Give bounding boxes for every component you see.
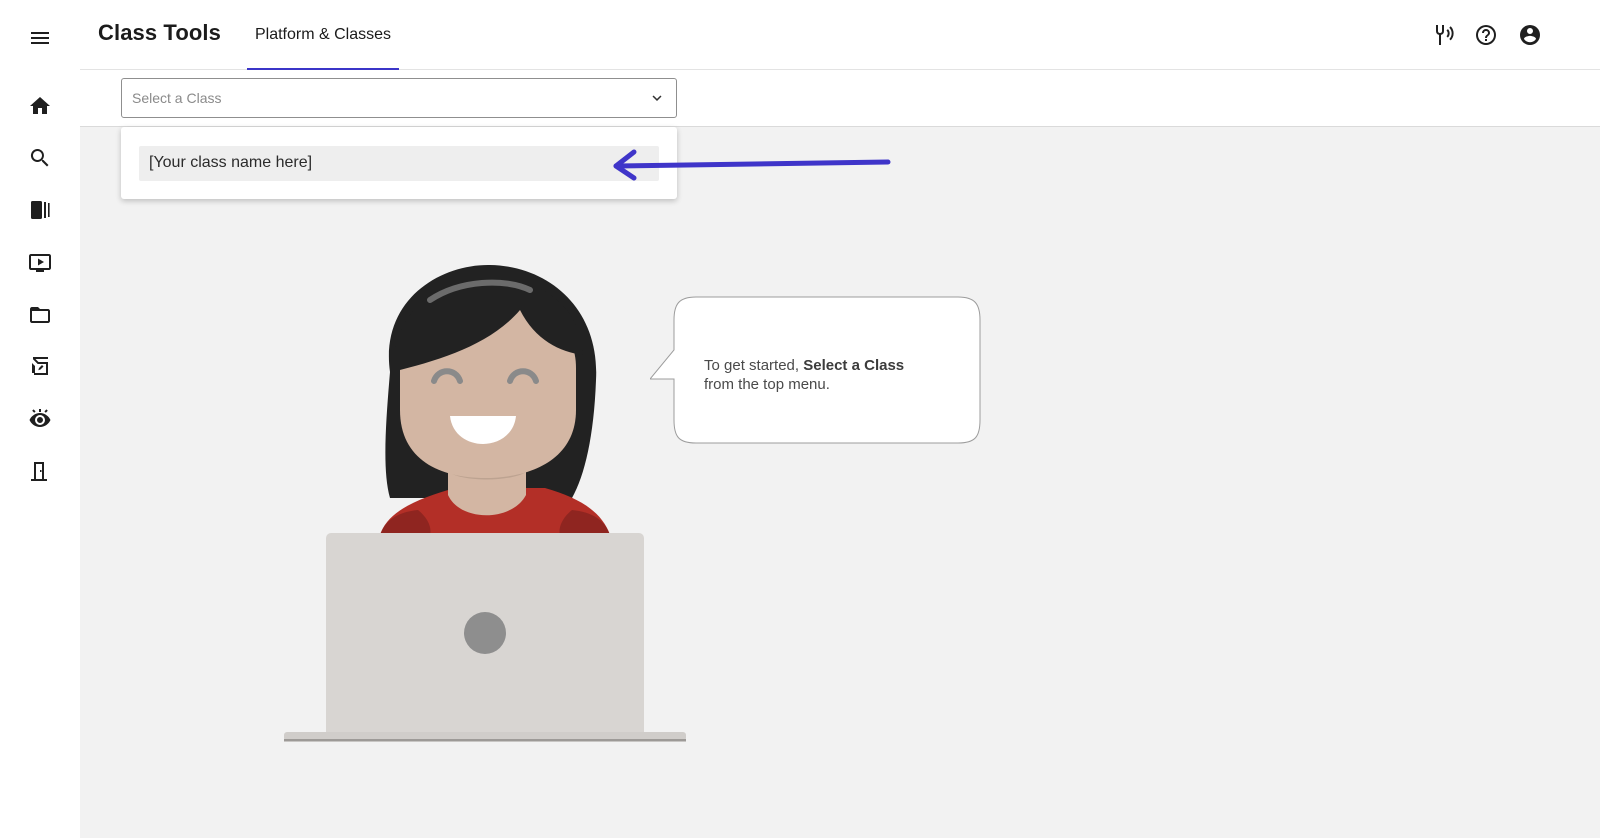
- nav-video-button[interactable]: [20, 243, 60, 283]
- message-prefix: To get started,: [704, 357, 804, 374]
- message-emphasis: Select a Class: [803, 357, 905, 374]
- help-button[interactable]: [1473, 22, 1499, 48]
- class-option[interactable]: [Your class name here]: [139, 146, 659, 181]
- folder-icon: [30, 307, 50, 323]
- accessibility-audio-button[interactable]: [1429, 22, 1455, 48]
- account-button[interactable]: [1517, 22, 1543, 48]
- class-dropdown-menu: [Your class name here]: [121, 127, 677, 199]
- nav-library-button[interactable]: [20, 190, 60, 230]
- annotation-arrow: [613, 149, 891, 181]
- get-started-message: To get started, Select a Class from the …: [704, 356, 984, 394]
- left-nav-rail: [0, 0, 80, 838]
- home-icon: [30, 97, 50, 114]
- class-select-placeholder: Select a Class: [132, 90, 222, 106]
- search-icon: [30, 149, 49, 167]
- accessibility-audio-icon: [1435, 25, 1454, 45]
- library-icon: [31, 201, 50, 219]
- tab-platform-classes[interactable]: Platform & Classes: [247, 0, 399, 70]
- video-icon: [29, 254, 51, 272]
- app-title: Class Tools: [98, 20, 221, 45]
- class-select[interactable]: Select a Class: [121, 78, 677, 118]
- assignment-icon: [32, 357, 48, 375]
- message-suffix: from the top menu.: [704, 376, 830, 393]
- nav-folder-button[interactable]: [20, 295, 60, 335]
- class-option-label: [Your class name here]: [149, 154, 313, 171]
- nav-visibility-button[interactable]: [20, 399, 60, 439]
- top-app-bar: Class Tools Platform & Classes: [80, 0, 1600, 70]
- hamburger-menu-icon: [31, 32, 49, 44]
- nav-exit-button[interactable]: [20, 451, 60, 491]
- exit-icon: [31, 462, 47, 481]
- nav-search-button[interactable]: [20, 138, 60, 178]
- app-window: Class Tools Platform & Classes Select a …: [0, 0, 1600, 838]
- chevron-down-icon: [648, 89, 666, 107]
- account-icon: [1520, 25, 1540, 45]
- help-icon: [1476, 25, 1496, 45]
- visibility-icon: [29, 409, 51, 427]
- tab-label: Platform & Classes: [254, 26, 392, 43]
- menu-button[interactable]: [20, 18, 60, 58]
- nav-home-button[interactable]: [20, 86, 60, 126]
- nav-assignment-button[interactable]: [20, 346, 60, 386]
- class-selector-bar: Select a Class: [80, 70, 1600, 127]
